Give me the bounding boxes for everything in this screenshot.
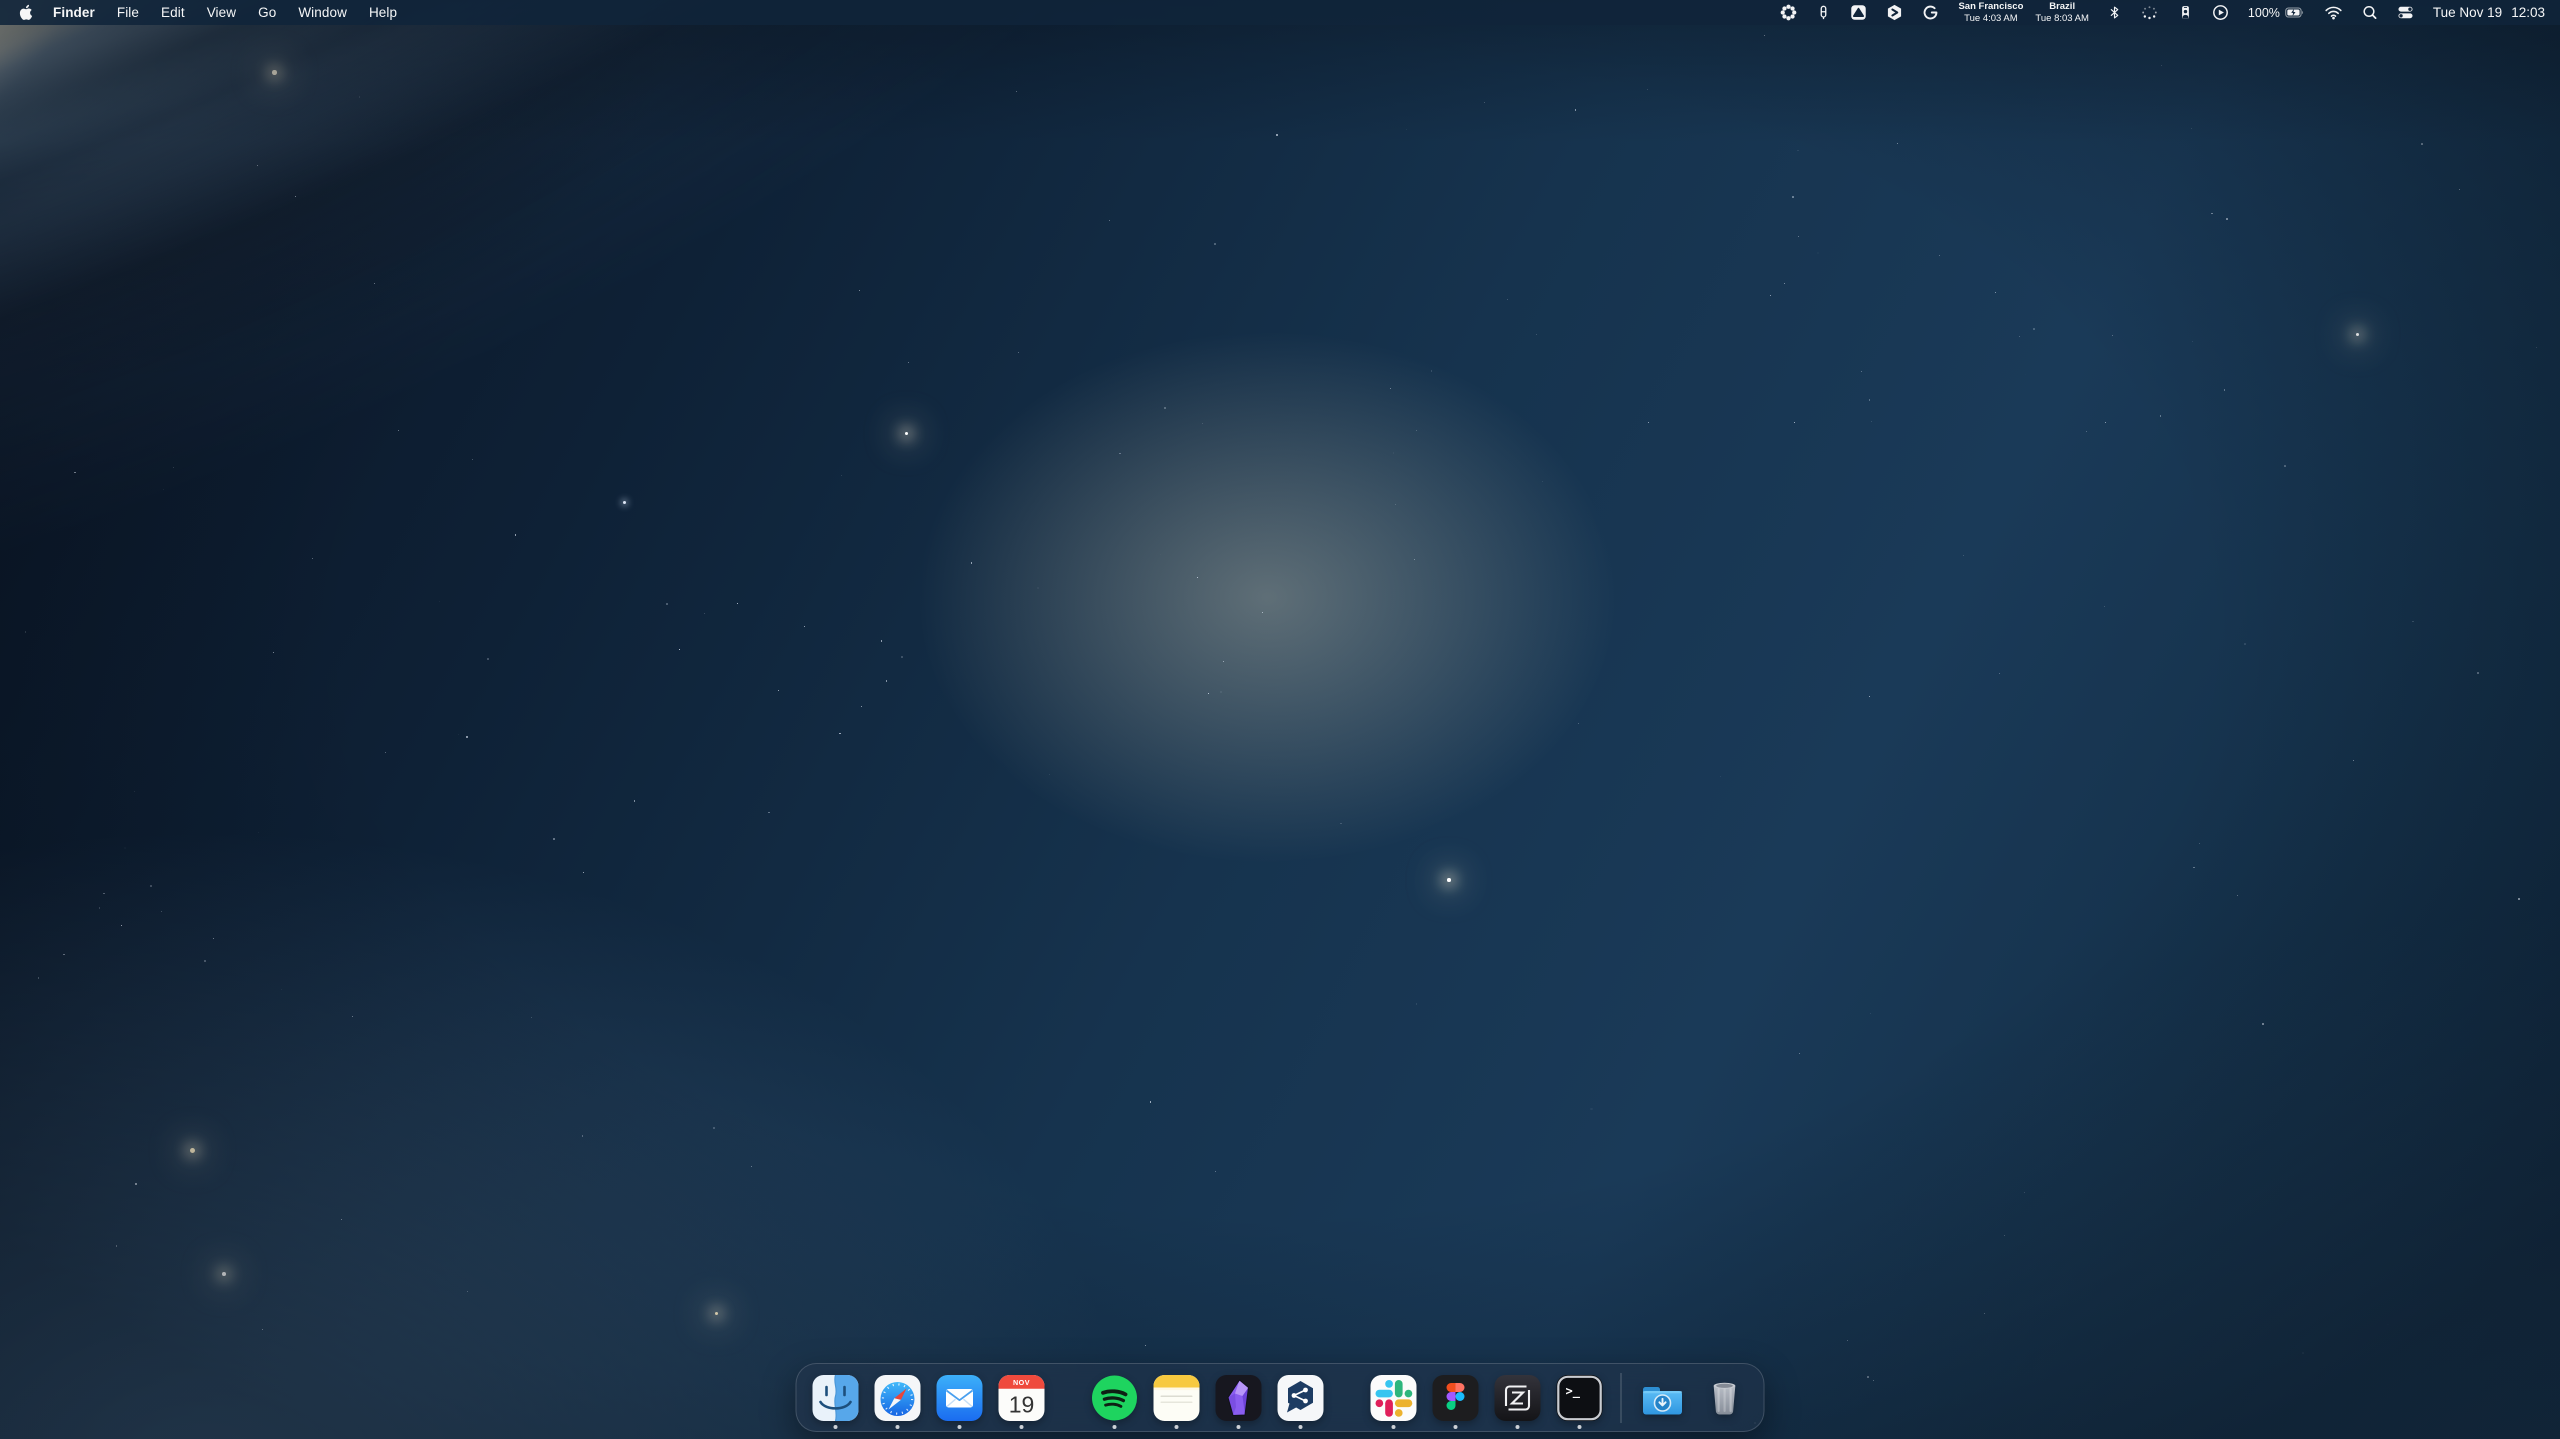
safari-icon <box>874 1374 922 1422</box>
pill-icon[interactable] <box>1816 0 1831 25</box>
control-center-icon[interactable] <box>2397 0 2414 25</box>
battery-charging-icon <box>2285 4 2305 21</box>
figma-icon <box>1432 1374 1480 1422</box>
clock-city: San Francisco <box>1958 1 2023 12</box>
dock-item-finder[interactable] <box>812 1374 860 1422</box>
dock-item-mail[interactable] <box>936 1374 984 1422</box>
mail-icon <box>936 1374 984 1422</box>
calendar-icon: NOV 19 <box>998 1374 1046 1422</box>
dotted-circle-icon[interactable] <box>2140 0 2159 25</box>
menu-app-name[interactable]: Finder <box>42 0 106 25</box>
battery-status[interactable]: 100% <box>2248 4 2305 21</box>
zed-icon <box>1494 1374 1542 1422</box>
hexagon-arrow-icon[interactable] <box>1886 0 1903 25</box>
dock-item-figma[interactable] <box>1432 1374 1480 1422</box>
iphone-mirroring-icon[interactable] <box>2178 0 2193 25</box>
battery-percent: 100% <box>2248 6 2280 20</box>
dock-item-notes[interactable] <box>1153 1374 1201 1422</box>
menu-file[interactable]: File <box>106 0 150 25</box>
menu-bar-clock[interactable]: Tue Nov 19 12:03 <box>2433 5 2545 20</box>
now-playing-icon[interactable] <box>2212 0 2229 25</box>
desktop-wallpaper <box>0 0 2560 1439</box>
terminal-icon: >_ <box>1556 1374 1604 1422</box>
dock-item-slack[interactable] <box>1370 1374 1418 1422</box>
dock-separator <box>1621 1373 1622 1423</box>
clock-time: Tue 4:03 AM <box>1964 13 2018 24</box>
dock-item-obsidian[interactable] <box>1215 1374 1263 1422</box>
world-clock-san-francisco[interactable]: San Francisco Tue 4:03 AM <box>1958 1 2023 23</box>
menu-bar: Finder File Edit View Go Window Help <box>0 0 2560 25</box>
dock-item-downloads[interactable] <box>1639 1374 1687 1422</box>
apple-menu[interactable] <box>18 0 42 25</box>
dock-item-zed[interactable] <box>1494 1374 1542 1422</box>
wallpaper-vignette <box>0 0 2560 1439</box>
calendar-day: 19 <box>1009 1391 1035 1417</box>
dock-item-safari[interactable] <box>874 1374 922 1422</box>
menu-edit[interactable]: Edit <box>150 0 196 25</box>
g-circle-icon[interactable] <box>1922 0 1939 25</box>
downloads-folder-icon <box>1639 1374 1687 1422</box>
dock-item-hexagon-share-app[interactable] <box>1277 1374 1325 1422</box>
menu-window[interactable]: Window <box>287 0 358 25</box>
dock-item-calendar[interactable]: NOV 19 <box>998 1374 1046 1422</box>
calendar-month: NOV <box>1013 1378 1030 1387</box>
menu-bar-date: Tue Nov 19 <box>2433 5 2502 20</box>
dock-item-trash[interactable] <box>1701 1374 1749 1422</box>
triangle-app-icon[interactable] <box>1850 0 1867 25</box>
slack-icon <box>1370 1374 1418 1422</box>
menu-bar-left: Finder File Edit View Go Window Help <box>0 0 408 25</box>
spotlight-icon[interactable] <box>2362 0 2378 25</box>
dock: NOV 19 <box>796 1363 1765 1432</box>
apple-icon <box>18 4 33 21</box>
world-clocks: San Francisco Tue 4:03 AM Brazil Tue 8:0… <box>1958 1 2088 23</box>
world-clock-brazil[interactable]: Brazil Tue 8:03 AM <box>2035 1 2089 23</box>
menu-view[interactable]: View <box>196 0 247 25</box>
dock-item-terminal[interactable]: >_ <box>1556 1374 1604 1422</box>
finder-icon <box>812 1374 860 1422</box>
dock-item-spotify[interactable] <box>1091 1374 1139 1422</box>
hexagon-share-app-icon <box>1277 1374 1325 1422</box>
flower-icon[interactable] <box>1780 0 1797 25</box>
menu-bar-time: 12:03 <box>2511 5 2545 20</box>
notes-icon <box>1153 1374 1201 1422</box>
clock-city: Brazil <box>2049 1 2075 12</box>
menu-go[interactable]: Go <box>247 0 287 25</box>
menu-bar-status: San Francisco Tue 4:03 AM Brazil Tue 8:0… <box>1780 0 2560 25</box>
bluetooth-icon[interactable] <box>2108 0 2121 25</box>
menu-help[interactable]: Help <box>358 0 408 25</box>
terminal-prompt: >_ <box>1566 1384 1581 1399</box>
obsidian-icon <box>1215 1374 1263 1422</box>
clock-time: Tue 8:03 AM <box>2035 13 2089 24</box>
spotify-icon <box>1091 1374 1139 1422</box>
wifi-icon[interactable] <box>2324 0 2343 25</box>
trash-icon <box>1701 1374 1749 1422</box>
